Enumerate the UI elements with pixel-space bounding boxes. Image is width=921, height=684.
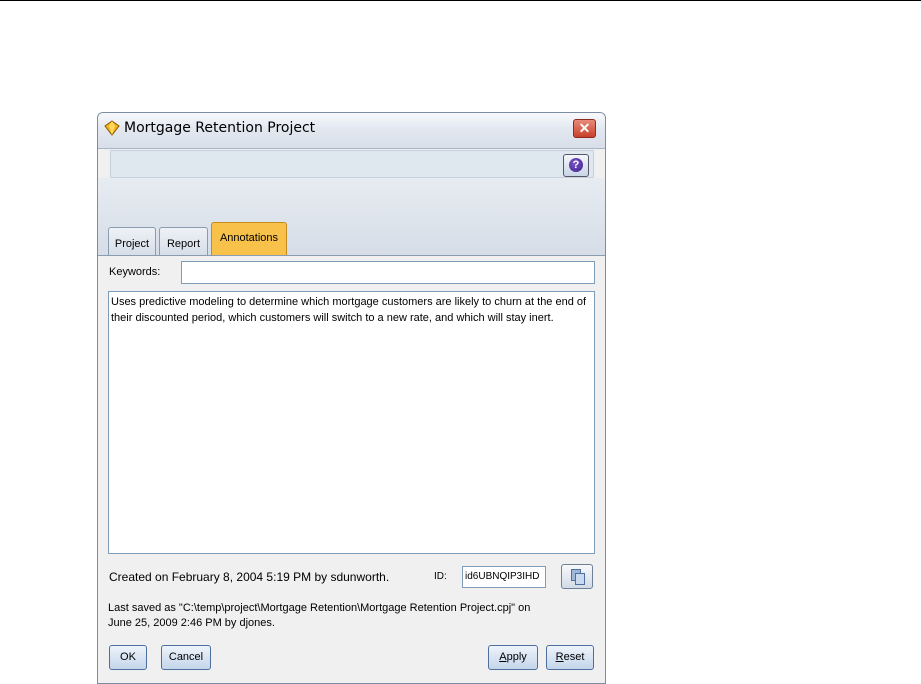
tab-strip-line	[98, 255, 605, 256]
reset-button[interactable]: Reset	[546, 645, 594, 670]
title-bar[interactable]: Mortgage Retention Project ✕	[98, 113, 605, 149]
apply-mnemonic: A	[499, 651, 507, 663]
close-button[interactable]: ✕	[573, 119, 596, 138]
keywords-input[interactable]	[181, 261, 595, 284]
tab-label: Annotations	[219, 232, 279, 244]
ok-button[interactable]: OK	[109, 645, 147, 670]
tab-project[interactable]: Project	[108, 227, 156, 256]
project-diamond-icon	[104, 120, 120, 136]
tab-annotations[interactable]: Annotations	[211, 222, 287, 256]
copy-id-button[interactable]	[561, 564, 593, 589]
tab-label: Project	[114, 238, 150, 250]
last-saved-info: Last saved as "C:\temp\project\Mortgage …	[108, 601, 595, 631]
cancel-label: Cancel	[168, 651, 204, 663]
reset-mnemonic: R	[555, 651, 564, 663]
apply-button[interactable]: Apply	[488, 645, 538, 670]
id-field[interactable]: id6UBNQIP3IHD	[462, 566, 546, 588]
reset-label: eset	[563, 651, 585, 663]
close-icon: ✕	[578, 120, 591, 136]
help-icon: ?	[569, 158, 583, 172]
last-saved-line-1: Last saved as "C:\temp\project\Mortgage …	[108, 602, 531, 614]
help-button[interactable]: ?	[563, 154, 589, 177]
apply-label: pply	[506, 651, 527, 663]
keywords-label: Keywords:	[109, 266, 161, 278]
window-title: Mortgage Retention Project	[124, 120, 316, 136]
info-bar	[110, 150, 594, 178]
tab-report[interactable]: Report	[159, 227, 208, 256]
tab-label: Report	[166, 238, 201, 250]
created-info: Created on February 8, 2004 5:19 PM by s…	[109, 570, 390, 584]
project-dialog: Mortgage Retention Project ✕ ? Project R…	[97, 112, 606, 684]
annotation-textarea[interactable]: Uses predictive modeling to determine wh…	[108, 291, 595, 554]
cancel-button[interactable]: Cancel	[161, 645, 211, 670]
id-label: ID:	[434, 571, 447, 582]
last-saved-line-2: June 25, 2009 2:46 PM by djones.	[108, 617, 275, 629]
top-divider-line	[0, 0, 921, 1]
ok-label: OK	[120, 651, 136, 663]
